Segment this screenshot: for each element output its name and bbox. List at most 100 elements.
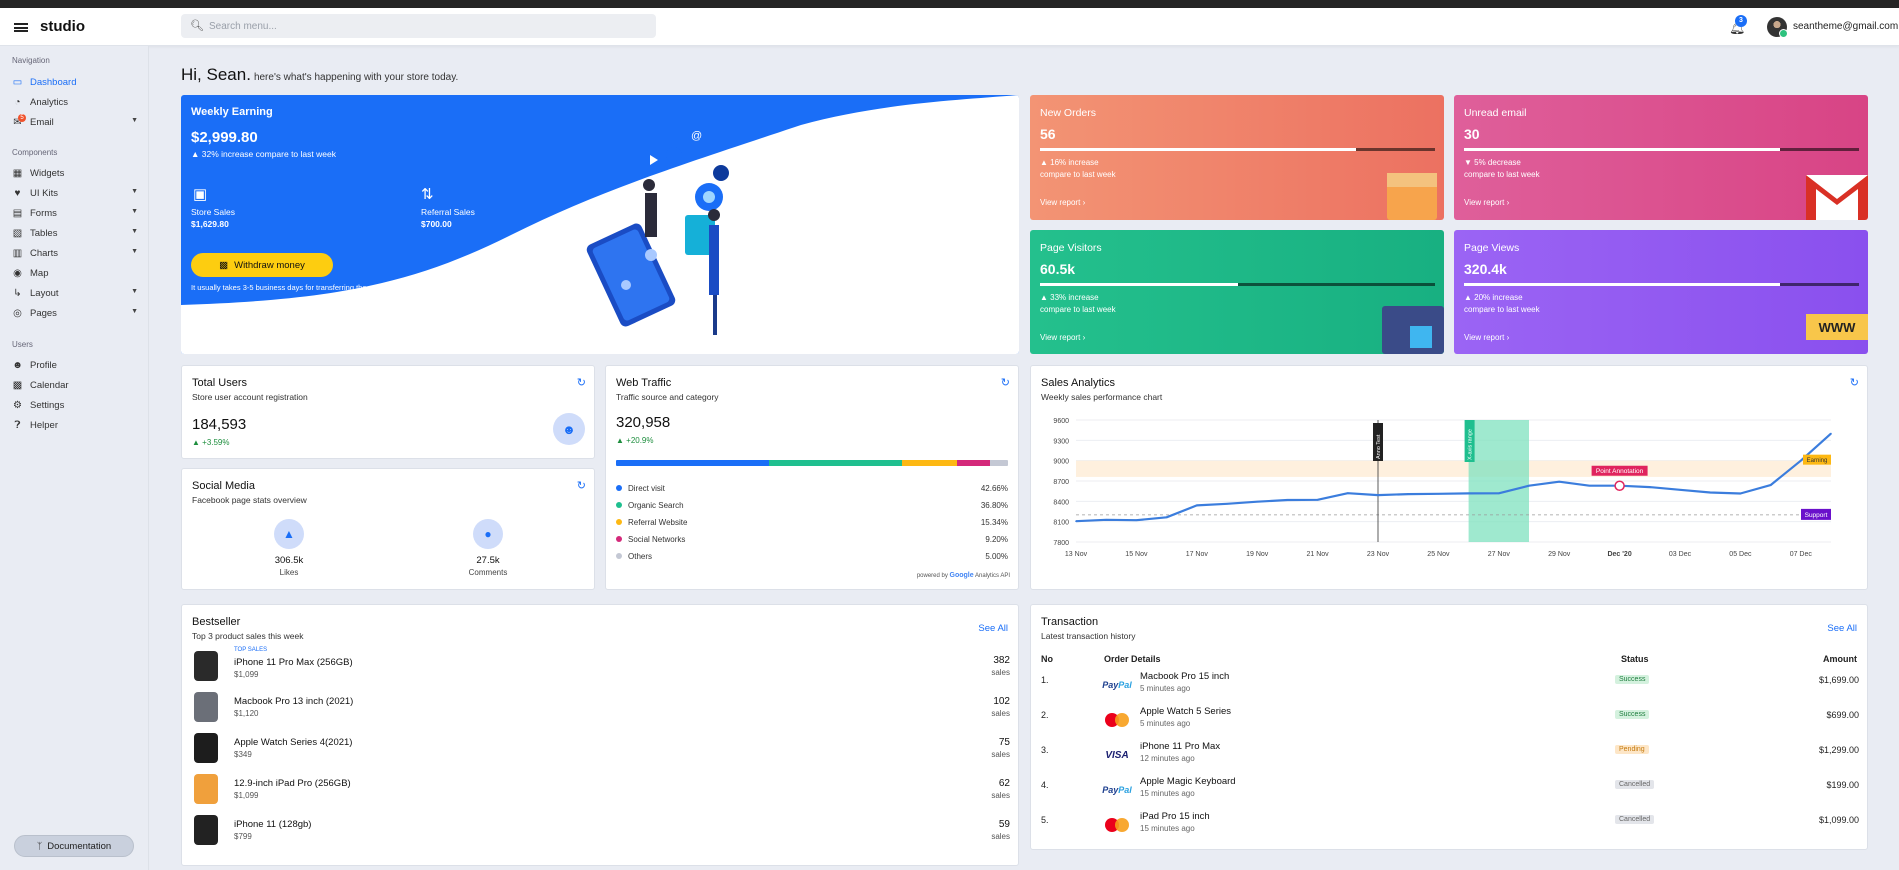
data-point: [1135, 519, 1138, 521]
see-all-link[interactable]: See All: [1827, 623, 1857, 634]
view-report-link[interactable]: View report ›: [1040, 198, 1085, 207]
table-icon: ▧: [12, 227, 23, 239]
bestseller-card: Bestseller Top 3 product sales this week…: [181, 604, 1019, 866]
data-point: [1800, 459, 1802, 462]
legend-dot: [616, 485, 622, 491]
sidebar-item-pages[interactable]: ◎ Pages ▼: [12, 305, 142, 321]
data-point: [1467, 492, 1470, 495]
product-name: Macbook Pro 13 inch (2021): [234, 696, 354, 707]
search-input[interactable]: [209, 14, 639, 38]
refresh-icon[interactable]: ↻: [577, 376, 586, 389]
sidebar-item-helper[interactable]: ❓︎ Helper: [12, 417, 142, 433]
transaction-row[interactable]: 5. iPad Pro 15 inch 15 minutes ago Cancelle…: [1041, 811, 1859, 843]
order-item: Apple Watch 5 Series: [1140, 706, 1231, 717]
bestseller-row[interactable]: Macbook Pro 13 inch (2021) $1,120 102 sales: [192, 690, 1010, 726]
user-icon: ☻: [553, 413, 585, 445]
sidebar-item-settings[interactable]: ⚙ Settings: [12, 397, 142, 413]
greeting: Hi, Sean. here's what's happening with yo…: [181, 65, 458, 85]
data-point: [1709, 491, 1711, 494]
card-title: Sales Analytics: [1041, 377, 1115, 389]
weekly-amount: $2,999.80: [191, 129, 258, 146]
x-tick-label: 17 Nov: [1186, 551, 1209, 558]
sidebar-item-email[interactable]: ✉ 5 Email ▼: [12, 113, 142, 130]
card-subtitle: Weekly sales performance chart: [1041, 392, 1163, 402]
user-email[interactable]: seantheme@gmail.com: [1793, 21, 1898, 32]
chevron-down-icon: ▼: [131, 188, 138, 195]
x-tick-label: 19 Nov: [1246, 551, 1269, 558]
sidebar-item-label: Helper: [30, 419, 58, 431]
anno-label: Anno Test: [1376, 434, 1382, 459]
product-name: iPhone 11 (128gb): [234, 819, 312, 830]
sidebar-item-forms[interactable]: ▤ Forms ▼: [12, 205, 142, 221]
status-badge: Cancelled: [1615, 780, 1655, 789]
stat-progress-fill: [1040, 283, 1238, 286]
chevron-right-icon: ›: [1506, 198, 1510, 207]
stat-compare: compare to last week: [1464, 305, 1540, 314]
gear-icon: ⚙: [13, 399, 22, 411]
transaction-row[interactable]: 4. PayPal Apple Magic Keyboard 15 minutes a…: [1041, 776, 1859, 808]
bestseller-row[interactable]: Apple Watch Series 4(2021) $349 75 sales: [192, 731, 1010, 767]
refresh-icon[interactable]: ↻: [577, 479, 586, 492]
google-logo: Google: [949, 572, 974, 579]
bestseller-row[interactable]: 12.9-inch iPad Pro (256GB) $1,099 62 sales: [192, 772, 1010, 808]
stat-progress-fill: [1040, 148, 1356, 151]
refresh-icon[interactable]: ↻: [1850, 376, 1859, 389]
bestseller-row[interactable]: iPhone 11 (128gb) $799 59 sales: [192, 813, 1010, 849]
sidebar-item-charts[interactable]: ▥ Charts ▼: [12, 245, 142, 261]
avatar[interactable]: [1767, 17, 1788, 38]
notification-badge: 3: [1735, 15, 1747, 27]
view-report-link[interactable]: View report ›: [1040, 333, 1085, 342]
data-point: [1437, 493, 1440, 495]
view-report-label: View report: [1464, 198, 1505, 207]
pie-chart-icon: ◔: [14, 96, 21, 108]
sidebar-item-ui-kits[interactable]: ♥ UI Kits ▼: [12, 185, 142, 201]
stat-value: 60.5k: [1040, 261, 1076, 277]
sidebar-item-analytics[interactable]: ◔ Analytics: [12, 94, 142, 110]
product-image: [194, 815, 218, 845]
transaction-row[interactable]: 3. VISA iPhone 11 Pro Max 12 minutes ago Pen…: [1041, 741, 1859, 773]
sidebar-item-layout[interactable]: ↳ Layout ▼: [12, 285, 142, 301]
sidebar-item-map[interactable]: ◉ Map: [12, 265, 142, 281]
bestseller-row[interactable]: TOP SALES iPhone 11 Pro Max (256GB) $1,099…: [192, 647, 1010, 685]
y-tick-label: 9300: [1053, 438, 1069, 445]
data-point: [1075, 520, 1077, 522]
stat-progress-fill: [1464, 283, 1780, 286]
chevron-down-icon: ▼: [131, 208, 138, 215]
brand-logo[interactable]: studio: [40, 18, 85, 35]
documentation-button[interactable]: ᛉ Documentation: [14, 835, 134, 857]
comments-icon: ●: [473, 519, 503, 549]
weekly-earning-card: Weekly Earning $2,999.80 ▲ 32% increase …: [181, 95, 1019, 354]
transaction-row[interactable]: 1. PayPal Macbook Pro 15 inch 5 minutes ago…: [1041, 671, 1859, 703]
transaction-row[interactable]: 2. Apple Watch 5 Series 5 minutes ago Succe…: [1041, 706, 1859, 738]
sidebar-item-widgets[interactable]: ▦ Widgets: [12, 165, 142, 181]
traffic-source-row: Direct visit 42.66%: [616, 484, 1008, 493]
card-subtitle: Top 3 product sales this week: [192, 631, 304, 641]
card-title: Total Users: [192, 377, 248, 389]
sidebar-item-tables[interactable]: ▧ Tables ▼: [12, 225, 142, 241]
user-circle-icon: ☻: [12, 359, 23, 371]
sidebar-item-calendar[interactable]: ▩ Calendar: [12, 377, 142, 393]
card-subtitle: Traffic source and category: [616, 392, 719, 402]
see-all-link[interactable]: See All: [978, 623, 1008, 634]
data-point: [1377, 494, 1379, 496]
sidebar-item-label: Forms: [30, 207, 57, 219]
traffic-source-label: Organic Search: [628, 501, 684, 510]
web-traffic-change: ▲ +20.9%: [616, 436, 654, 445]
sidebar-item-label: Profile: [30, 359, 57, 371]
window-top-strip: [0, 0, 1899, 8]
traffic-segment: [990, 460, 1008, 466]
withdraw-money-button[interactable]: ▩ Withdraw money: [191, 253, 333, 277]
branch-icon: ᛉ: [36, 841, 43, 851]
y-range-band: [1076, 460, 1831, 477]
refresh-icon[interactable]: ↻: [1001, 376, 1010, 389]
sidebar-item-profile[interactable]: ☻ Profile: [12, 357, 142, 373]
sidebar-item-label: Tables: [30, 227, 58, 239]
view-report-link[interactable]: View report ›: [1464, 198, 1509, 207]
sidebar-item-dashboard[interactable]: ▭ Dashboard: [12, 74, 142, 90]
shopping-bag-icon: ▣: [193, 186, 208, 203]
y-tick-label: 9600: [1053, 418, 1069, 425]
payment-method: PayPal: [1102, 779, 1132, 801]
page-views-card: Page Views 320.4k ▲ 20% increase compare…: [1454, 230, 1868, 354]
view-report-link[interactable]: View report ›: [1464, 333, 1509, 342]
hamburger-menu-icon[interactable]: [14, 23, 28, 32]
